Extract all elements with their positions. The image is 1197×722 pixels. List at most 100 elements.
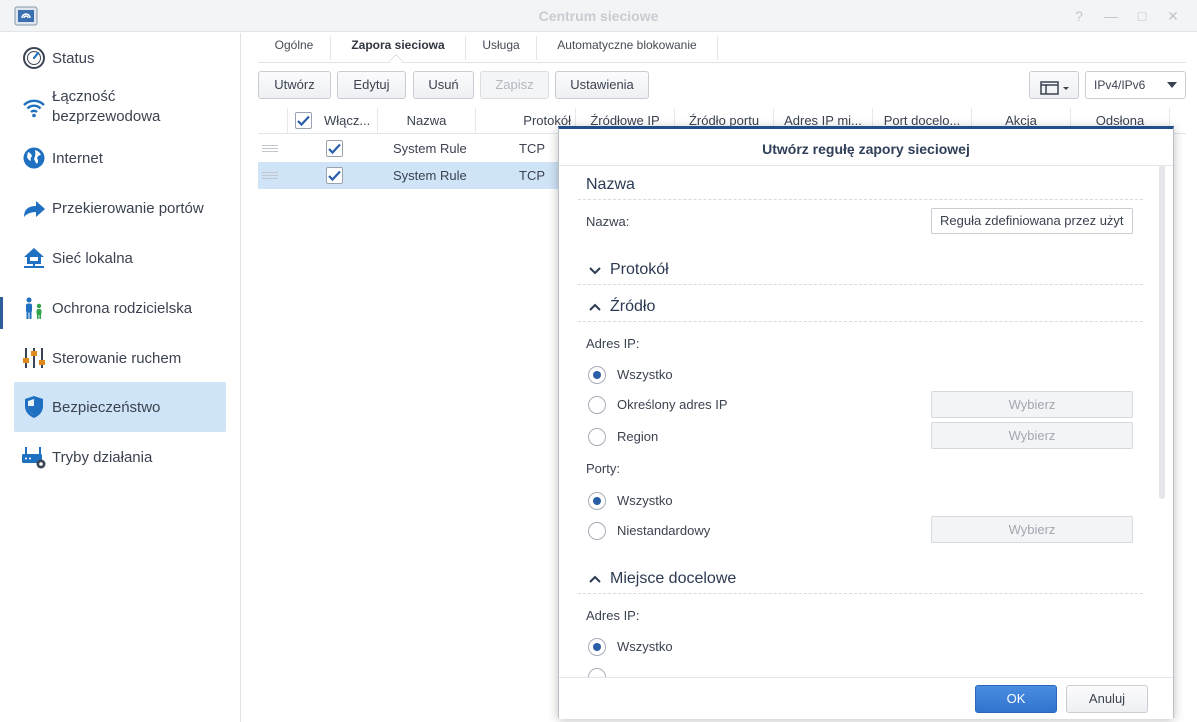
sidebar-item-local-network[interactable]: Sieć lokalna bbox=[14, 233, 226, 283]
sidebar-item-label: Ochrona rodzicielska bbox=[52, 300, 193, 317]
globe-icon bbox=[22, 146, 46, 170]
sidebar-item-traffic-control[interactable]: Sterowanie ruchem bbox=[14, 333, 226, 383]
tab-service[interactable]: Usługa bbox=[466, 38, 536, 62]
select-all-checkbox[interactable] bbox=[295, 112, 312, 129]
sliders-icon bbox=[22, 346, 46, 370]
home-network-icon bbox=[22, 246, 46, 270]
table-row[interactable]: System Rule TCP bbox=[258, 135, 558, 162]
source-region-radio[interactable] bbox=[588, 428, 606, 446]
sidebar-item-parental-control[interactable]: Ochrona rodzicielska bbox=[14, 283, 226, 333]
ports-label: Porty: bbox=[586, 461, 620, 476]
column-label: Włącz... bbox=[324, 113, 371, 128]
chevron-down-icon[interactable] bbox=[587, 263, 603, 279]
layout-icon bbox=[1040, 78, 1070, 104]
minimize-button[interactable]: — bbox=[1101, 6, 1121, 26]
drag-handle-icon[interactable] bbox=[262, 172, 278, 179]
dest-ip-all-radio[interactable] bbox=[588, 638, 606, 656]
sidebar-item-status[interactable]: Status bbox=[14, 33, 226, 83]
drag-handle-icon[interactable] bbox=[262, 145, 278, 152]
section-divider bbox=[578, 593, 1143, 594]
dest-ip-label: Adres IP: bbox=[586, 608, 640, 623]
source-ip-specific-radio[interactable] bbox=[588, 396, 606, 414]
maximize-button[interactable]: □ bbox=[1132, 6, 1152, 26]
sidebar-item-operation-modes[interactable]: Tryby działania bbox=[14, 432, 226, 482]
ports-all-radio[interactable] bbox=[588, 492, 606, 510]
radio-label: Wszystko bbox=[617, 367, 673, 382]
wifi-icon bbox=[22, 96, 46, 120]
source-ip-all-radio[interactable] bbox=[588, 366, 606, 384]
dialog-footer: OK Anuluj bbox=[559, 677, 1173, 719]
sidebar-item-label: Sterowanie ruchem bbox=[52, 350, 182, 367]
sidebar-item-label: Bezpieczeństwo bbox=[52, 399, 161, 416]
ok-button[interactable]: OK bbox=[975, 685, 1057, 713]
choose-source-ip-button[interactable]: Wybierz bbox=[931, 391, 1133, 418]
create-firewall-rule-dialog: Utwórz regułę zapory sieciowej Nazwa Naz… bbox=[558, 126, 1174, 719]
router-gear-icon bbox=[22, 445, 46, 469]
radio-label: Wszystko bbox=[617, 639, 673, 654]
section-divider bbox=[578, 321, 1143, 322]
family-icon bbox=[22, 296, 46, 320]
sidebar-item-label: Łączność bezprzewodowa bbox=[52, 87, 160, 127]
dropdown-arrow-icon bbox=[1167, 82, 1177, 88]
delete-button[interactable]: Usuń bbox=[413, 71, 474, 99]
close-button[interactable]: ✕ bbox=[1163, 6, 1183, 26]
cell-name: System Rule bbox=[393, 168, 467, 183]
dest-ip-next-radio[interactable] bbox=[588, 668, 606, 677]
layout-menu-button[interactable] bbox=[1029, 71, 1079, 99]
window-title: Centrum sieciowe bbox=[538, 8, 659, 24]
title-bar: Centrum sieciowe ? — □ ✕ bbox=[0, 0, 1197, 32]
edit-button[interactable]: Edytuj bbox=[337, 71, 406, 99]
chevron-up-icon[interactable] bbox=[587, 299, 603, 315]
label-line-1: Łączność bbox=[52, 88, 116, 105]
tab-general[interactable]: Ogólne bbox=[258, 38, 330, 62]
row-enabled-checkbox[interactable] bbox=[326, 140, 343, 157]
rule-name-input[interactable]: Reguła zdefiniowana przez użyt bbox=[931, 208, 1133, 234]
source-ip-label: Adres IP: bbox=[586, 336, 640, 351]
ports-custom-radio[interactable] bbox=[588, 522, 606, 540]
row-enabled-checkbox[interactable] bbox=[326, 167, 343, 184]
shield-icon bbox=[22, 395, 46, 419]
tab-auto-block[interactable]: Automatyczne blokowanie bbox=[537, 38, 717, 62]
drag-column-header bbox=[258, 108, 288, 134]
sidebar-item-wireless[interactable]: Łączność bezprzewodowa bbox=[14, 83, 226, 133]
section-divider bbox=[578, 284, 1143, 285]
radio-label: Określony adres IP bbox=[617, 397, 728, 412]
chevron-up-icon[interactable] bbox=[587, 571, 603, 587]
choose-ports-button[interactable]: Wybierz bbox=[931, 516, 1133, 543]
radio-label: Niestandardowy bbox=[617, 523, 711, 538]
save-button[interactable]: Zapisz bbox=[480, 71, 549, 99]
cell-protocol: TCP bbox=[519, 141, 545, 156]
dialog-body[interactable]: Nazwa Nazwa: Reguła zdefiniowana przez u… bbox=[559, 165, 1173, 677]
window-edge-marker bbox=[0, 297, 3, 329]
sidebar: Status Łączność bezprzewodowa Internet Pr… bbox=[0, 33, 241, 722]
cell-name: System Rule bbox=[393, 141, 467, 156]
radio-label: Region bbox=[617, 429, 659, 444]
section-protocol-title[interactable]: Protokół bbox=[610, 261, 669, 279]
table-row[interactable]: System Rule TCP bbox=[258, 162, 558, 189]
sidebar-item-security[interactable]: Bezpieczeństwo bbox=[14, 382, 226, 432]
cancel-button[interactable]: Anuluj bbox=[1066, 685, 1148, 713]
create-button[interactable]: Utwórz bbox=[258, 71, 331, 99]
section-name-title: Nazwa bbox=[586, 176, 635, 193]
label-line-2: bezprzewodowa bbox=[52, 108, 161, 125]
section-destination-title[interactable]: Miejsce docelowe bbox=[610, 570, 736, 588]
column-name[interactable]: Nazwa bbox=[378, 108, 476, 134]
sidebar-item-label: Przekierowanie portów bbox=[52, 200, 204, 217]
settings-button[interactable]: Ustawienia bbox=[555, 71, 649, 99]
forward-arrow-icon bbox=[22, 196, 46, 220]
tab-separator bbox=[717, 36, 718, 60]
sidebar-item-port-forwarding[interactable]: Przekierowanie portów bbox=[14, 183, 226, 233]
sidebar-item-label: Sieć lokalna bbox=[52, 250, 133, 267]
help-button[interactable]: ? bbox=[1069, 6, 1089, 26]
choose-region-button[interactable]: Wybierz bbox=[931, 422, 1133, 449]
name-label: Nazwa: bbox=[586, 214, 630, 229]
ip-version-value: IPv4/IPv6 bbox=[1094, 78, 1146, 92]
dialog-scrollbar[interactable] bbox=[1159, 165, 1165, 499]
section-source-title[interactable]: Źródło bbox=[610, 298, 655, 316]
sidebar-item-label: Status bbox=[52, 50, 95, 67]
dialog-title: Utwórz regułę zapory sieciowej bbox=[762, 141, 970, 157]
sidebar-item-internet[interactable]: Internet bbox=[14, 133, 226, 183]
gauge-icon bbox=[22, 46, 46, 70]
section-divider bbox=[578, 199, 1143, 200]
ip-version-select[interactable]: IPv4/IPv6 bbox=[1085, 71, 1186, 99]
